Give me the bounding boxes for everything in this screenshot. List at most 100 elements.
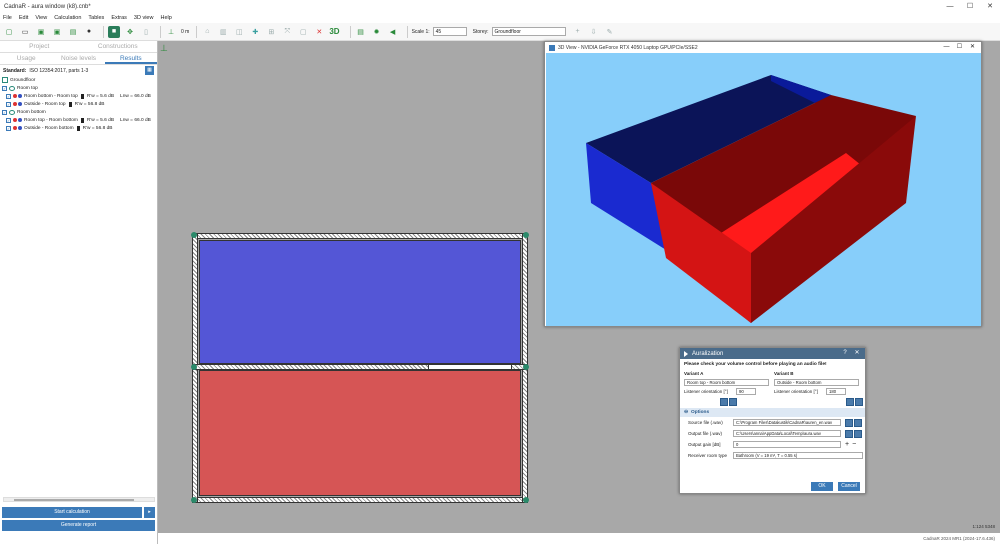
stop-a-button[interactable] bbox=[729, 398, 737, 406]
menu-edit[interactable]: Edit bbox=[19, 15, 28, 21]
path-checkbox[interactable]: ✓ bbox=[6, 93, 11, 99]
menu-view[interactable]: View bbox=[35, 15, 47, 21]
menu-3d-view[interactable]: 3D view bbox=[134, 15, 154, 21]
speaker-icon[interactable] bbox=[68, 101, 72, 107]
play-output-icon[interactable] bbox=[854, 429, 862, 438]
generate-report-button[interactable]: Generate report bbox=[2, 520, 155, 531]
view-3d-button[interactable]: 3D bbox=[329, 27, 339, 36]
speaker-icon[interactable] bbox=[80, 117, 84, 123]
collapse-icon[interactable]: ⊖ bbox=[684, 410, 688, 415]
origin-tool-icon[interactable]: ⊥ bbox=[160, 43, 168, 54]
storey-edit-icon[interactable]: ✎ bbox=[604, 26, 616, 38]
tree-room[interactable]: ✓ Room bottom bbox=[0, 108, 157, 116]
split-tool-icon[interactable]: ◫ bbox=[233, 26, 245, 38]
cancel-button[interactable]: Cancel bbox=[838, 482, 860, 491]
grid-view-icon[interactable]: ▦ bbox=[145, 66, 154, 75]
tab-project[interactable]: Project bbox=[0, 41, 79, 52]
building-3d-render[interactable] bbox=[546, 53, 981, 326]
help-icon[interactable]: ? bbox=[839, 348, 851, 359]
corner-node[interactable] bbox=[191, 232, 197, 238]
room-bottom-area[interactable] bbox=[199, 370, 521, 496]
minus-icon[interactable]: − bbox=[852, 441, 856, 448]
variant-a-select[interactable]: Room top - Room bottom bbox=[684, 379, 769, 386]
wall-tool-icon[interactable]: ▥ bbox=[217, 26, 229, 38]
save-icon[interactable]: ▣ bbox=[35, 26, 47, 38]
path-checkbox[interactable]: ✓ bbox=[6, 101, 11, 107]
stop-b-button[interactable] bbox=[855, 398, 863, 406]
tree-floor[interactable]: Groundfloor bbox=[0, 76, 157, 84]
view3d-viewport[interactable] bbox=[546, 53, 981, 326]
corner-node[interactable] bbox=[523, 364, 529, 370]
view3d-close-button[interactable]: ✕ bbox=[966, 42, 979, 53]
dialog-close-icon[interactable]: ✕ bbox=[851, 348, 863, 359]
options-section[interactable]: ⊖ Options bbox=[680, 408, 865, 417]
tree-path-row[interactable]: ✓ Outside - Room top R'w = 56.8 dB bbox=[0, 100, 157, 108]
minimize-button[interactable]: — bbox=[940, 0, 960, 13]
settings-gear-icon[interactable]: ✹ bbox=[371, 26, 383, 38]
delete-icon[interactable]: ✕ bbox=[313, 26, 325, 38]
move-tool-icon[interactable]: ✥ bbox=[124, 26, 136, 38]
frame-tool-icon[interactable]: ▢ bbox=[297, 26, 309, 38]
corner-node[interactable] bbox=[191, 497, 197, 503]
storey-select[interactable]: Groundfloor bbox=[491, 27, 566, 36]
storey-up-icon[interactable]: + bbox=[572, 26, 584, 38]
document-icon[interactable]: ▤ bbox=[355, 26, 367, 38]
tab-results[interactable]: Results bbox=[104, 53, 157, 64]
height-value[interactable]: 0 m bbox=[181, 29, 189, 35]
tree-room[interactable]: ✓ Room top bbox=[0, 84, 157, 92]
corner-node[interactable] bbox=[191, 364, 197, 370]
start-calculation-button[interactable]: Start calculation bbox=[2, 507, 142, 518]
speaker-icon[interactable]: ◀ bbox=[387, 26, 399, 38]
receiver-select[interactable]: Bathroom (V = 19 m³, T = 0.55 s) bbox=[733, 452, 863, 459]
play-source-icon[interactable] bbox=[854, 418, 862, 427]
room-top-area[interactable] bbox=[199, 240, 521, 364]
tab-constructions[interactable]: Constructions bbox=[79, 41, 158, 52]
wall-top[interactable] bbox=[192, 233, 528, 239]
listener-a-input[interactable]: 90 bbox=[736, 388, 756, 395]
add-element-icon[interactable]: ✚ bbox=[249, 26, 261, 38]
tab-usage[interactable]: Usage bbox=[0, 53, 52, 64]
scrollbar-thumb[interactable] bbox=[14, 499, 134, 501]
output-file-input[interactable]: C:\Users\anna\AppData\Local\Temp\aura.wa… bbox=[733, 430, 841, 437]
browse-source-icon[interactable] bbox=[845, 418, 853, 427]
lock-icon[interactable]: ▯ bbox=[140, 26, 152, 38]
path-checkbox[interactable]: ✓ bbox=[6, 125, 11, 131]
corner-node[interactable] bbox=[523, 232, 529, 238]
plus-icon[interactable]: + bbox=[845, 441, 849, 448]
menu-calculation[interactable]: Calculation bbox=[54, 15, 81, 21]
storey-down-icon[interactable]: ⇩ bbox=[588, 26, 600, 38]
resize-tool-icon[interactable]: ⤧ bbox=[281, 26, 293, 38]
tree-path-row[interactable]: ✓ Room bottom - Room top R'w = 5.6 dB Ln… bbox=[0, 92, 157, 100]
room-checkbox[interactable]: ✓ bbox=[2, 85, 7, 91]
menu-tables[interactable]: Tables bbox=[88, 15, 104, 21]
close-button[interactable]: ✕ bbox=[980, 0, 1000, 13]
ok-button[interactable]: OK bbox=[811, 482, 833, 491]
scale-select[interactable]: 45 bbox=[432, 27, 467, 36]
speaker-icon[interactable] bbox=[76, 125, 80, 131]
menu-help[interactable]: Help bbox=[160, 15, 171, 21]
view3d-titlebar[interactable]: 3D View - NVIDIA GeForce RTX 4050 Laptop… bbox=[545, 42, 981, 53]
open-folder-icon[interactable]: ▭ bbox=[19, 26, 31, 38]
play-a-button[interactable] bbox=[720, 398, 728, 406]
floor-plan[interactable] bbox=[191, 232, 529, 503]
menu-extras[interactable]: Extras bbox=[111, 15, 127, 21]
listener-b-input[interactable]: 180 bbox=[826, 388, 846, 395]
corner-node[interactable] bbox=[523, 497, 529, 503]
view3d-maximize-button[interactable]: ☐ bbox=[953, 42, 966, 53]
merge-tool-icon[interactable]: ⊞ bbox=[265, 26, 277, 38]
view3d-minimize-button[interactable]: — bbox=[940, 42, 953, 53]
standard-value[interactable]: ISO 12354:2017, parts 1-3 bbox=[29, 68, 88, 74]
maximize-button[interactable]: ☐ bbox=[960, 0, 980, 13]
tree-path-row[interactable]: ✓ Outside - Room bottom R'w = 56.8 dB bbox=[0, 124, 157, 132]
horizontal-scrollbar[interactable] bbox=[3, 497, 155, 502]
calculation-options-button[interactable]: ▸ bbox=[144, 507, 155, 518]
room-checkbox[interactable]: ✓ bbox=[2, 109, 7, 115]
select-tool-icon[interactable]: ■ bbox=[108, 25, 120, 38]
play-b-button[interactable] bbox=[846, 398, 854, 406]
stop-icon[interactable]: ● bbox=[83, 26, 95, 38]
export-icon[interactable]: ▤ bbox=[67, 26, 79, 38]
tab-noise-levels[interactable]: Noise levels bbox=[52, 53, 104, 64]
browse-output-icon[interactable] bbox=[845, 429, 853, 438]
speaker-icon[interactable] bbox=[80, 93, 84, 99]
auralization-titlebar[interactable]: Auralization bbox=[680, 348, 865, 359]
